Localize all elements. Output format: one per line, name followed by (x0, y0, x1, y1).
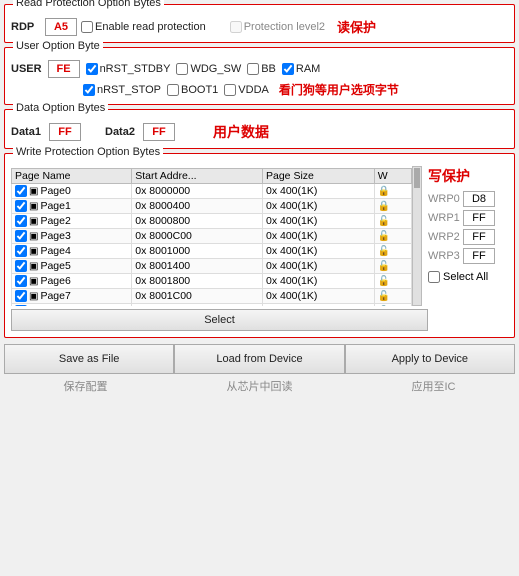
write-protection-group: Write Protection Option Bytes Page Name … (4, 153, 515, 338)
data-option-bytes-group: Data Option Bytes Data1 Data2 用户数据 (4, 109, 515, 149)
table-row: ▣ Page4 0x 8001000 0x 400(1K) 🔓 (12, 244, 412, 259)
read-protection-group: Read Protection Option Bytes RDP Enable … (4, 4, 515, 43)
page-check-0[interactable] (15, 185, 27, 197)
data2-label: Data2 (105, 126, 135, 138)
select-all-label: Select All (443, 271, 488, 283)
user-input[interactable] (48, 60, 80, 78)
page-check-2[interactable] (15, 215, 27, 227)
enable-read-protection-checkbox[interactable]: Enable read protection (81, 21, 206, 33)
data2-input[interactable] (143, 123, 175, 141)
page-check-7[interactable] (15, 290, 27, 302)
load-annotation: 从芯片中回读 (227, 378, 293, 394)
select-all-check[interactable] (428, 271, 440, 283)
user-option-annotation: 看门狗等用户选项字节 (279, 81, 399, 98)
rdp-label: RDP (11, 21, 41, 33)
load-from-device-button[interactable]: Load from Device (174, 344, 344, 374)
table-row: ▣ Page6 0x 8001800 0x 400(1K) 🔓 (12, 274, 412, 289)
data1-label: Data1 (11, 126, 41, 138)
read-protection-annotation: 读保护 (337, 17, 376, 36)
write-protection-annotation: 写保护 (428, 166, 508, 186)
table-row: ▣ Page2 0x 8000800 0x 400(1K) 🔓 (12, 214, 412, 229)
bb-checkbox[interactable]: BB (247, 63, 276, 75)
write-protection-label: Write Protection Option Bytes (13, 146, 163, 158)
wrp3-row: WRP3 (428, 248, 508, 264)
table-row: ▣ Page5 0x 8001400 0x 400(1K) 🔓 (12, 259, 412, 274)
user-label: USER (11, 63, 42, 75)
scrollbar[interactable] (412, 166, 422, 306)
wrp0-label: WRP0 (428, 193, 460, 205)
data-option-annotation: 用户数据 (213, 122, 269, 142)
select-all-row: Select All (428, 271, 508, 283)
wrp1-input[interactable] (463, 210, 495, 226)
nrst-stop-checkbox[interactable]: nRST_STOP (83, 84, 161, 96)
wrp1-row: WRP1 (428, 210, 508, 226)
vdda-checkbox[interactable]: VDDA (224, 84, 269, 96)
col-page-size: Page Size (263, 169, 375, 184)
table-row: ▣ Page3 0x 8000C00 0x 400(1K) 🔓 (12, 229, 412, 244)
user-option-byte-group: User Option Byte USER nRST_STDBY WDG_SW … (4, 47, 515, 105)
wrp2-input[interactable] (463, 229, 495, 245)
wrp0-row: WRP0 (428, 191, 508, 207)
page-check-6[interactable] (15, 275, 27, 287)
wrp0-input[interactable] (463, 191, 495, 207)
page-check-5[interactable] (15, 260, 27, 272)
read-protection-label: Read Protection Option Bytes (13, 0, 164, 9)
bottom-buttons: Save as File Load from Device Apply to D… (4, 344, 515, 374)
data-option-bytes-label: Data Option Bytes (13, 102, 108, 114)
protection-level2-checkbox[interactable]: Protection level2 (230, 21, 325, 33)
nrst-stdby-checkbox[interactable]: nRST_STDBY (86, 63, 171, 75)
protection-level2-text: Protection level2 (244, 21, 325, 33)
main-container: Read Protection Option Bytes RDP Enable … (0, 0, 519, 398)
annotations-row: 保存配置 从芯片中回读 应用至IC (4, 378, 515, 394)
page-check-8[interactable] (15, 305, 27, 306)
apply-to-device-button[interactable]: Apply to Device (345, 344, 515, 374)
wrp3-label: WRP3 (428, 250, 460, 262)
ram-checkbox[interactable]: RAM (282, 63, 320, 75)
page-check-4[interactable] (15, 245, 27, 257)
apply-annotation: 应用至IC (412, 378, 456, 394)
page-check-1[interactable] (15, 200, 27, 212)
save-annotation: 保存配置 (64, 378, 108, 394)
table-row: ▣ Page1 0x 8000400 0x 400(1K) 🔒 (12, 199, 412, 214)
boot1-checkbox[interactable]: BOOT1 (167, 84, 218, 96)
user-option-byte-label: User Option Byte (13, 40, 103, 52)
table-row: ▣ Page7 0x 8001C00 0x 400(1K) 🔓 (12, 289, 412, 304)
table-row: ▣ Page8 0x 8002000 0x 400(1K) 🔓 (12, 304, 412, 307)
write-protection-table: Page Name Start Addre... Page Size W ▣ (11, 168, 412, 306)
col-start-addr: Start Addre... (132, 169, 263, 184)
data1-input[interactable] (49, 123, 81, 141)
wrp2-row: WRP2 (428, 229, 508, 245)
enable-read-protection-text: Enable read protection (95, 21, 206, 33)
table-row: ▣ Page0 0x 8000000 0x 400(1K) 🔒 (12, 184, 412, 199)
enable-read-protection-check[interactable] (81, 21, 93, 33)
rdp-input[interactable] (45, 18, 77, 36)
wrp3-input[interactable] (463, 248, 495, 264)
select-button[interactable]: Select (11, 309, 428, 331)
wrp1-label: WRP1 (428, 212, 460, 224)
col-page-name: Page Name (12, 169, 132, 184)
save-as-file-button[interactable]: Save as File (4, 344, 174, 374)
protection-level2-check[interactable] (230, 21, 242, 33)
col-w: W (374, 169, 411, 184)
wdg-sw-checkbox[interactable]: WDG_SW (176, 63, 241, 75)
wrp-inputs: 写保护 WRP0 WRP1 WRP2 WRP3 (428, 166, 508, 283)
page-check-3[interactable] (15, 230, 27, 242)
scroll-thumb[interactable] (414, 168, 420, 188)
wrp2-label: WRP2 (428, 231, 460, 243)
